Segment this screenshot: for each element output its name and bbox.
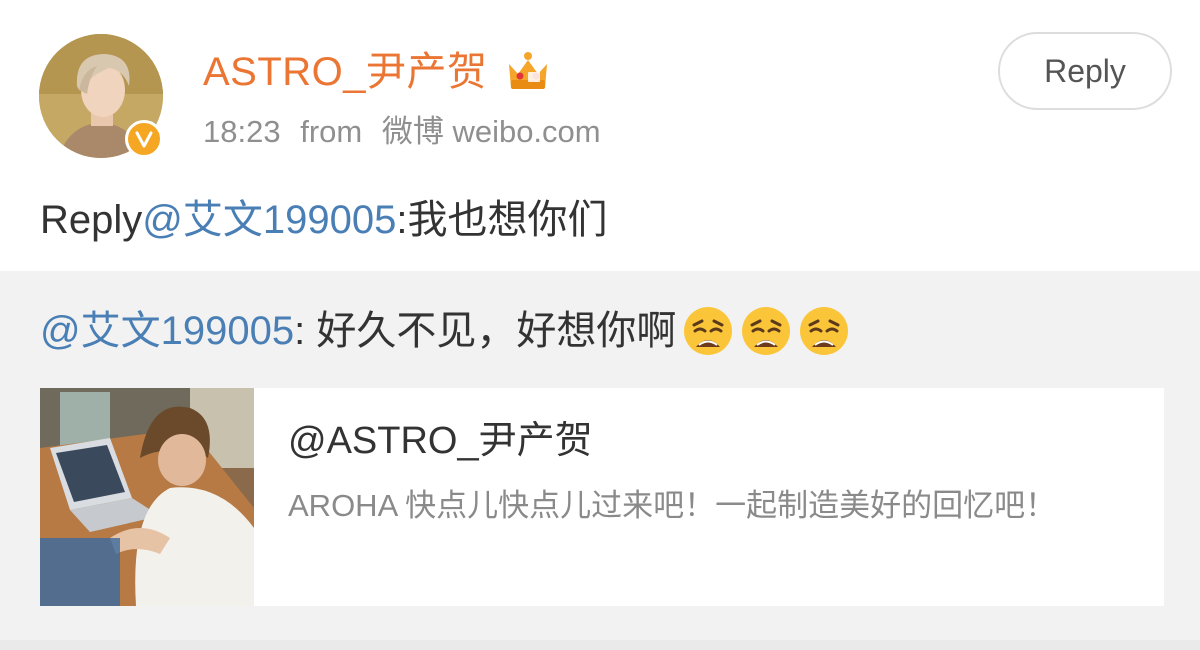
reply-prefix: Reply xyxy=(40,198,143,242)
emoji-row xyxy=(682,305,856,357)
comment-text: Reply@艾文199005:我也想你们 xyxy=(40,195,607,245)
weary-face-icon xyxy=(684,307,733,355)
mention-link[interactable]: @艾文199005 xyxy=(142,198,396,242)
divider xyxy=(0,640,1200,650)
original-post-card[interactable]: @ASTRO_尹产贺 AROHA 快点儿快点儿过来吧！一起制造美好的回忆吧！ xyxy=(40,388,1164,606)
weary-face-icon xyxy=(742,307,791,355)
post-time: 18:23 xyxy=(203,114,281,149)
card-description: AROHA 快点儿快点儿过来吧！一起制造美好的回忆吧！ xyxy=(288,488,1057,523)
quoted-content: : 好久不见，好想你啊 xyxy=(294,309,677,353)
comment-content: :我也想你们 xyxy=(396,198,608,242)
weary-face-icon xyxy=(800,307,849,355)
quoted-comment: @艾文199005: 好久不见，好想你啊 xyxy=(40,304,856,358)
quoted-mention-link[interactable]: @艾文199005 xyxy=(40,304,294,358)
crown-badge-icon[interactable] xyxy=(505,50,551,94)
avatar-container[interactable] xyxy=(39,34,163,158)
source-link[interactable]: 微博 weibo.com xyxy=(382,114,601,149)
source-prefix: from xyxy=(300,114,363,149)
post-meta: 18:23 from 微博 weibo.com xyxy=(203,112,612,152)
card-title[interactable]: @ASTRO_尹产贺 xyxy=(288,418,593,464)
username[interactable]: ASTRO_尹产贺 xyxy=(203,48,488,96)
weibo-comment: ASTRO_尹产贺 18:23 from 微博 weibo.com Reply … xyxy=(0,0,1200,650)
verified-badge-icon xyxy=(125,120,163,158)
quoted-section: @艾文199005: 好久不见，好想你啊 @ASTRO_尹产贺 AROHA 快点… xyxy=(0,271,1200,650)
post-thumbnail[interactable] xyxy=(40,388,254,606)
reply-button[interactable]: Reply xyxy=(998,32,1172,110)
